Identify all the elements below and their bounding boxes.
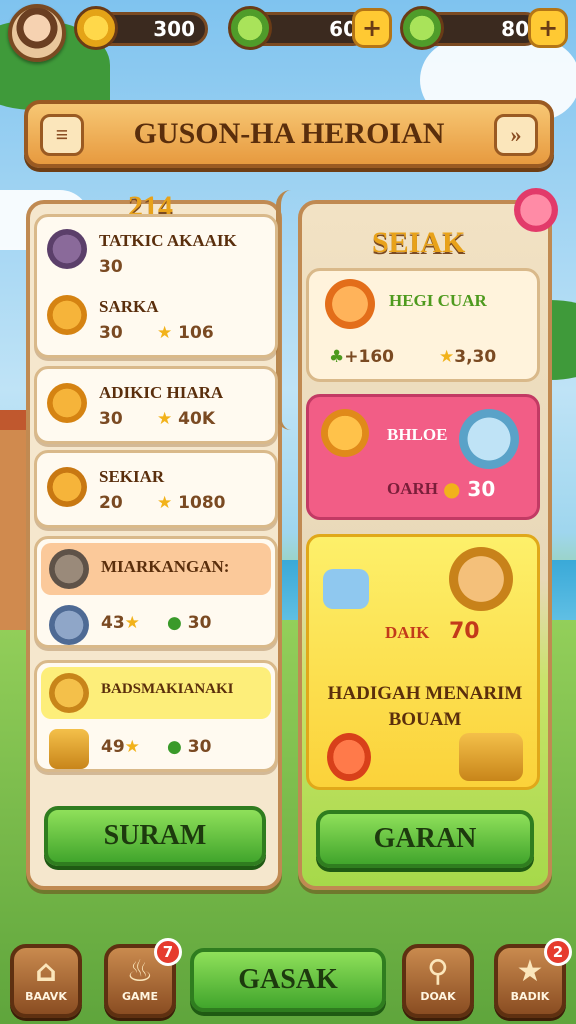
garan-button[interactable]: GARAN bbox=[316, 810, 534, 868]
reward-card[interactable]: MIARKANGAN: 43★ ● 30 bbox=[34, 536, 278, 648]
hero-portrait bbox=[325, 279, 375, 329]
coin-icon: ● bbox=[167, 613, 182, 633]
coin-amount: 300 bbox=[153, 17, 195, 41]
nav-home-label: BAAVK bbox=[25, 990, 67, 1003]
nav-search[interactable]: ⚲ DOAK bbox=[402, 944, 474, 1018]
home-icon: ⌂ bbox=[35, 954, 57, 989]
gasak-button[interactable]: GASAK bbox=[190, 948, 386, 1012]
reward-count-value: 49 bbox=[101, 737, 125, 757]
gold-bars-icon bbox=[459, 733, 523, 781]
hero-offer-stars-value: 3,30 bbox=[454, 347, 497, 367]
hero-stars-value: 1080 bbox=[178, 493, 226, 513]
clover-icon: ♣ bbox=[329, 347, 345, 367]
suram-button[interactable]: SURAM bbox=[44, 806, 266, 866]
hero-level: 30 bbox=[99, 409, 123, 429]
hero-card[interactable]: ADIKIC HIARA 30 ★ 40K bbox=[34, 366, 278, 444]
hero-stars-value: 106 bbox=[178, 323, 214, 343]
candy-icon bbox=[514, 188, 558, 232]
hero-offer-name: HEGI CUAR bbox=[389, 291, 487, 310]
pink-card-price-label: OARH bbox=[387, 479, 438, 498]
hero-stars: ★ 40K bbox=[157, 409, 215, 429]
coin-icon: ● bbox=[443, 477, 461, 501]
hero-name: ADIKIC HIARA bbox=[99, 383, 224, 402]
star-icon: ★ bbox=[439, 347, 455, 367]
energy-icon bbox=[400, 6, 444, 50]
pink-card-label: BHLOE bbox=[387, 425, 448, 444]
hero-offer-stars: ★3,30 bbox=[439, 347, 496, 367]
hero-portrait bbox=[47, 383, 87, 423]
notification-badge: 7 bbox=[154, 938, 182, 966]
coin-icon: ● bbox=[167, 737, 182, 757]
star-icon: ★ bbox=[124, 737, 140, 757]
hero-portrait bbox=[47, 295, 87, 335]
menu-icon[interactable]: ≡ bbox=[40, 114, 84, 156]
page-title: GUSON-HA HEROIAN bbox=[133, 117, 445, 150]
yellow-card-number: 70 bbox=[449, 619, 480, 644]
magnifier-icon: ⚲ bbox=[427, 954, 449, 989]
hero-stars-value: 40K bbox=[178, 409, 216, 429]
add-energy-button[interactable]: + bbox=[528, 8, 568, 48]
reward-count-value: 43 bbox=[101, 613, 125, 633]
nav-favorites[interactable]: ★ BADIK 2 bbox=[494, 938, 572, 1018]
hero-portrait bbox=[47, 229, 87, 269]
nav-favorites-label: BADIK bbox=[510, 990, 550, 1003]
double-chevron-right-icon[interactable]: » bbox=[494, 114, 538, 156]
reward-coins: ● 30 bbox=[167, 737, 211, 757]
star-icon: ★ bbox=[157, 323, 173, 343]
reward-coins-value: 30 bbox=[187, 613, 212, 633]
reward-count: 49★ bbox=[101, 737, 140, 757]
bow-icon bbox=[49, 605, 89, 645]
strawberry-icon bbox=[327, 733, 371, 781]
pink-card-price: ● 30 bbox=[443, 477, 495, 501]
hero-name: SARKA bbox=[99, 297, 159, 316]
hero-stars: ★ 1080 bbox=[157, 493, 226, 513]
yellow-promo-card[interactable]: DAIK 70 HADIGAH MENARIM BOUAM bbox=[306, 534, 540, 790]
reward-card[interactable]: BADSMAKIANAKI 49★ ● 30 bbox=[34, 660, 278, 772]
whale-mascot-icon bbox=[459, 409, 519, 469]
notification-badge: 2 bbox=[544, 938, 572, 966]
bear-mascot-icon bbox=[449, 547, 513, 611]
coin-icon bbox=[74, 6, 118, 50]
yellow-card-label: DAIK bbox=[385, 623, 430, 642]
crystal-icon bbox=[323, 569, 369, 609]
player-avatar[interactable] bbox=[8, 4, 66, 62]
gem-icon bbox=[228, 6, 272, 50]
hero-offer-gems-value: 160 bbox=[358, 347, 395, 367]
top-resource-bar: 300 60 + 80 + bbox=[0, 0, 576, 62]
hero-level: 20 bbox=[99, 493, 123, 513]
hero-portrait bbox=[321, 409, 369, 457]
gold-ore-icon bbox=[49, 673, 89, 713]
hero-name: TATKIC AKAAIK bbox=[99, 231, 237, 250]
treasure-chest-icon bbox=[49, 729, 89, 769]
hero-level: 30 bbox=[99, 323, 123, 343]
star-icon: ★ bbox=[124, 613, 140, 633]
star-icon: ★ bbox=[157, 409, 173, 429]
nav-home[interactable]: ⌂ BAAVK bbox=[10, 944, 82, 1018]
reward-count: 43★ bbox=[101, 613, 140, 633]
hero-portrait bbox=[47, 467, 87, 507]
section-title: SEIAK bbox=[372, 226, 466, 259]
promo-text: HADIGAH MENARIM BOUAM bbox=[327, 683, 523, 730]
nav-game-label: GAME bbox=[121, 990, 158, 1003]
hero-card[interactable]: TATKIC AKAAIK 30 SARKA 30 ★ 106 bbox=[34, 214, 278, 358]
hero-card[interactable]: SEKIAR 20 ★ 1080 bbox=[34, 450, 278, 528]
star-icon: ★ bbox=[157, 493, 173, 513]
energy-amount: 80 bbox=[501, 17, 529, 41]
reward-title: MIARKANGAN: bbox=[101, 557, 230, 576]
add-gems-button[interactable]: + bbox=[352, 8, 392, 48]
hero-stars: ★ 106 bbox=[157, 323, 214, 343]
reward-coins: ● 30 bbox=[167, 613, 211, 633]
hero-level: 30 bbox=[99, 257, 123, 277]
reward-title: BADSMAKIANAKI bbox=[101, 681, 234, 697]
hero-offer-card[interactable]: HEGI CUAR ♣+160 ★3,30 bbox=[306, 268, 540, 382]
pink-offer-card[interactable]: BHLOE OARH ● 30 bbox=[306, 394, 540, 520]
hero-offer-gems: ♣+160 bbox=[329, 347, 394, 367]
nav-search-label: DOAK bbox=[420, 990, 456, 1003]
nav-game[interactable]: ♨ GAME 7 bbox=[104, 938, 182, 1018]
hero-name: SEKIAR bbox=[99, 467, 165, 486]
shield-icon bbox=[49, 549, 89, 589]
pink-card-price-value: 30 bbox=[467, 477, 496, 501]
reward-coins-value: 30 bbox=[187, 737, 212, 757]
title-banner: GUSON-HA HEROIAN ≡ » bbox=[24, 100, 554, 168]
